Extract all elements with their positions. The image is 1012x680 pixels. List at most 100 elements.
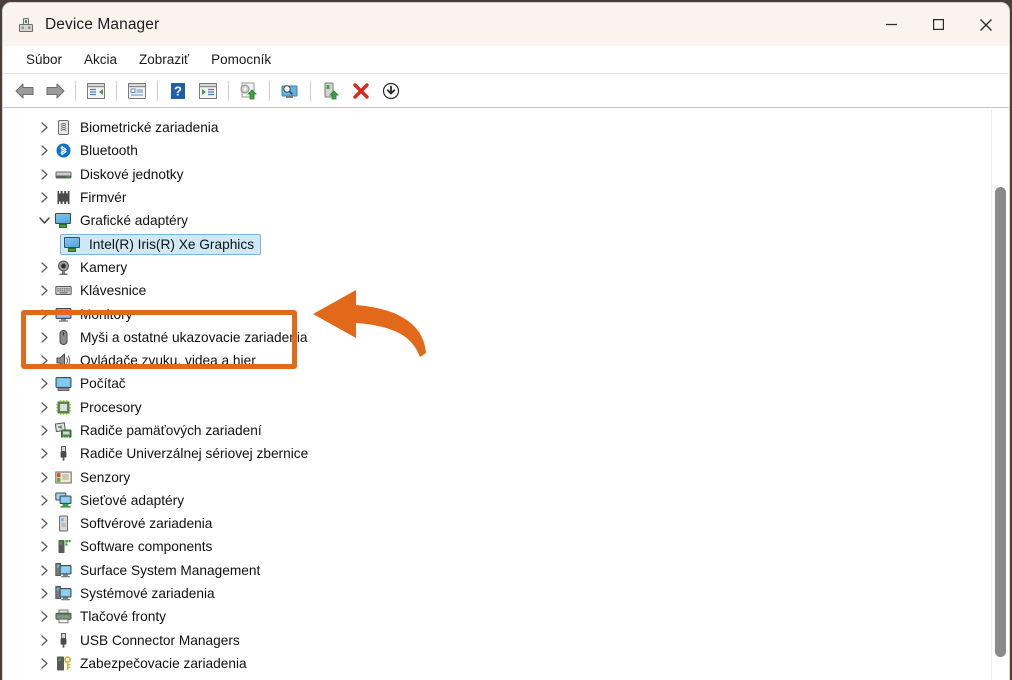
chevron-right-icon[interactable] [37, 610, 51, 624]
fingerprint-icon [55, 119, 72, 136]
device-tree: Biometrické zariadenia Bluetooth Diskové… [3, 109, 992, 675]
chevron-right-icon[interactable] [37, 424, 51, 438]
tree-item-sound-video-game-controllers[interactable]: Ovládače zvuku, videa a hier [3, 349, 992, 372]
printer-icon [55, 608, 72, 625]
tree-item-network-adapters[interactable]: Sieťové adaptéry [3, 489, 992, 512]
tree-item-print-queues[interactable]: Tlačové fronty [3, 605, 992, 628]
properties-icon[interactable] [124, 78, 150, 104]
monitor-icon [55, 306, 72, 323]
tree-item-computer[interactable]: Počítač [3, 372, 992, 395]
chevron-right-icon[interactable] [37, 633, 51, 647]
chevron-right-icon[interactable] [37, 563, 51, 577]
chevron-right-icon[interactable] [37, 144, 51, 158]
chevron-right-icon[interactable] [37, 656, 51, 670]
show-hide-console-tree-icon[interactable] [83, 78, 109, 104]
update-driver-icon[interactable] [236, 78, 262, 104]
tree-item-label: Bluetooth [80, 143, 138, 159]
selected-device-item[interactable]: Intel(R) Iris(R) Xe Graphics [60, 233, 262, 255]
maximize-button[interactable] [915, 3, 962, 46]
display-adapter-icon [64, 236, 81, 253]
chevron-right-icon[interactable] [37, 354, 51, 368]
keyboard-icon [55, 282, 72, 299]
security-device-icon [55, 655, 72, 672]
computer-icon [55, 375, 72, 392]
tree-item-label: Firmvér [80, 190, 127, 206]
uninstall-device-icon[interactable] [348, 78, 374, 104]
tree-item-cameras[interactable]: Kamery [3, 256, 992, 279]
back-arrow-icon[interactable] [12, 78, 38, 104]
show-hide-action-pane-icon[interactable] [195, 78, 221, 104]
toolbar-separator [116, 80, 117, 101]
forward-arrow-icon[interactable] [42, 78, 68, 104]
tree-item-label: Senzory [80, 469, 131, 485]
tree-item-label: Počítač [80, 376, 126, 392]
tree-item-bluetooth[interactable]: Bluetooth [3, 139, 992, 162]
chevron-right-icon[interactable] [37, 307, 51, 321]
mouse-icon [55, 329, 72, 346]
disable-device-icon[interactable] [378, 78, 404, 104]
tree-item-intel-iris-xe-graphics[interactable]: Intel(R) Iris(R) Xe Graphics [3, 232, 992, 255]
tree-item-usb-controllers[interactable]: Radiče Univerzálnej sériovej zbernice [3, 442, 992, 465]
menu-akcia[interactable]: Akcia [73, 49, 128, 70]
tree-item-biometric-devices[interactable]: Biometrické zariadenia [3, 116, 992, 139]
menu-zobrazit[interactable]: Zobraziť [128, 49, 200, 70]
chevron-right-icon[interactable] [37, 470, 51, 484]
scan-for-hardware-changes-icon[interactable] [277, 78, 303, 104]
menu-subor[interactable]: Súbor [15, 49, 73, 70]
menu-pomocnik[interactable]: Pomocník [200, 49, 282, 70]
minimize-button[interactable] [868, 3, 915, 46]
tree-item-label: Diskové jednotky [80, 166, 184, 182]
chevron-right-icon[interactable] [37, 191, 51, 205]
chevron-right-icon[interactable] [37, 121, 51, 135]
tree-item-label: Procesory [80, 399, 142, 415]
chevron-right-icon[interactable] [37, 330, 51, 344]
vertical-scrollbar[interactable] [991, 109, 1009, 680]
chevron-right-icon[interactable] [37, 447, 51, 461]
usb-controller-icon [55, 445, 72, 462]
device-tree-area[interactable]: Biometrické zariadenia Bluetooth Diskové… [3, 108, 1009, 680]
tree-item-label: Software components [80, 539, 213, 555]
tree-item-storage-controllers[interactable]: Radiče pamäťových zariadení [3, 419, 992, 442]
tree-item-sensors[interactable]: Senzory [3, 465, 992, 488]
toolbar-separator [269, 80, 270, 101]
tree-item-disk-drives[interactable]: Diskové jednotky [3, 163, 992, 186]
chevron-right-icon[interactable] [37, 284, 51, 298]
close-button[interactable] [962, 3, 1009, 46]
chevron-right-icon[interactable] [37, 260, 51, 274]
chevron-right-icon[interactable] [37, 167, 51, 181]
bluetooth-icon [55, 142, 72, 159]
system-device-icon [55, 562, 72, 579]
tree-item-security-devices[interactable]: Zabezpečovacie zariadenia [3, 652, 992, 675]
chevron-right-icon[interactable] [37, 377, 51, 391]
tree-item-label: Softvérové zariadenia [80, 516, 213, 532]
tree-item-software-components[interactable]: Software components [3, 535, 992, 558]
chevron-right-icon[interactable] [37, 493, 51, 507]
tree-item-processors[interactable]: Procesory [3, 396, 992, 419]
tree-item-software-devices[interactable]: Softvérové zariadenia [3, 512, 992, 535]
storage-controller-icon [54, 422, 72, 439]
enable-device-icon[interactable] [318, 78, 344, 104]
window-title: Device Manager [45, 15, 160, 33]
chevron-right-icon[interactable] [37, 540, 51, 554]
chevron-right-icon[interactable] [37, 517, 51, 531]
tree-item-usb-connector-managers[interactable]: USB Connector Managers [3, 629, 992, 652]
tree-item-display-adapters[interactable]: Grafické adaptéry [3, 209, 992, 232]
software-device-icon [55, 515, 72, 532]
tree-item-label: Zabezpečovacie zariadenia [80, 655, 247, 671]
speaker-icon [55, 352, 72, 369]
help-icon[interactable]: ? [165, 78, 191, 104]
device-manager-icon [17, 16, 35, 34]
tree-item-label: Tlačové fronty [80, 609, 166, 625]
tree-item-monitors[interactable]: Monitory [3, 302, 992, 325]
tree-item-firmware[interactable]: Firmvér [3, 186, 992, 209]
tree-item-system-devices[interactable]: Systémové zariadenia [3, 582, 992, 605]
tree-item-keyboards[interactable]: Klávesnice [3, 279, 992, 302]
chevron-right-icon[interactable] [37, 400, 51, 414]
tree-item-surface-system-management[interactable]: Surface System Management [3, 559, 992, 582]
title-bar: Device Manager [3, 3, 1009, 46]
tree-item-mice-pointing-devices[interactable]: Myši a ostatné ukazovacie zariadenia [3, 326, 992, 349]
chevron-down-icon[interactable] [37, 214, 51, 228]
toolbar-separator [75, 80, 76, 101]
scrollbar-thumb[interactable] [995, 187, 1006, 657]
chevron-right-icon[interactable] [37, 587, 51, 601]
